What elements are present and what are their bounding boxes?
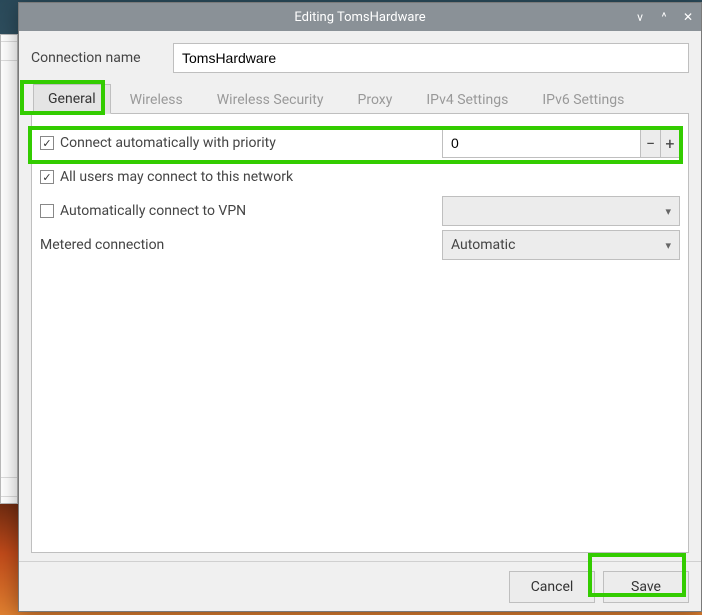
auto-connect-label: Connect automatically with priority bbox=[60, 135, 276, 151]
tab-wireless[interactable]: Wireless bbox=[115, 85, 198, 114]
tab-wireless-security[interactable]: Wireless Security bbox=[202, 85, 339, 114]
tabs-container: General Wireless Wireless Security Proxy… bbox=[31, 83, 689, 114]
window-title: Editing TomsHardware bbox=[294, 10, 425, 25]
all-users-checkbox[interactable] bbox=[40, 170, 54, 184]
close-icon[interactable]: ✕ bbox=[681, 10, 695, 24]
content-area: Connection name General Wireless Wireles… bbox=[19, 31, 701, 561]
tabpanel-general: Connect automatically with priority − + … bbox=[31, 114, 689, 553]
priority-increment-button[interactable]: + bbox=[660, 128, 680, 158]
save-button[interactable]: Save bbox=[603, 571, 689, 603]
tabs: General Wireless Wireless Security Proxy… bbox=[31, 83, 689, 114]
dialog-button-bar: Cancel Save bbox=[19, 561, 701, 611]
cancel-button[interactable]: Cancel bbox=[509, 571, 595, 603]
metered-label: Metered connection bbox=[40, 237, 164, 253]
minus-icon: − bbox=[646, 134, 655, 153]
save-button-label: Save bbox=[631, 579, 661, 595]
vpn-select[interactable]: ▾ bbox=[442, 196, 680, 226]
vpn-row: Automatically connect to VPN ▾ bbox=[40, 194, 680, 228]
dialog-window: Editing TomsHardware v ^ ✕ Connection na… bbox=[18, 2, 702, 612]
auto-connect-row: Connect automatically with priority − + bbox=[40, 126, 680, 160]
tab-general[interactable]: General bbox=[33, 84, 111, 114]
maximize-icon[interactable]: ^ bbox=[657, 10, 671, 24]
chevron-down-icon: ▾ bbox=[665, 239, 671, 252]
chevron-down-icon: ▾ bbox=[665, 205, 671, 218]
minimize-icon[interactable]: v bbox=[633, 10, 647, 24]
background-panel: N bbox=[0, 34, 18, 504]
connection-name-row: Connection name bbox=[31, 43, 689, 73]
tab-ipv6-settings[interactable]: IPv6 Settings bbox=[527, 85, 639, 114]
plus-icon: + bbox=[665, 134, 674, 153]
connection-name-label: Connection name bbox=[31, 50, 163, 66]
title-controls: v ^ ✕ bbox=[633, 3, 695, 31]
tab-proxy[interactable]: Proxy bbox=[343, 85, 408, 114]
priority-stepper: − + bbox=[442, 128, 680, 158]
background-slab-bot bbox=[1, 477, 17, 497]
connection-name-input[interactable] bbox=[173, 43, 689, 73]
priority-input[interactable] bbox=[442, 128, 640, 158]
all-users-label: All users may connect to this network bbox=[60, 169, 293, 185]
cancel-button-label: Cancel bbox=[531, 579, 574, 595]
priority-decrement-button[interactable]: − bbox=[640, 128, 660, 158]
auto-connect-checkbox[interactable] bbox=[40, 136, 54, 150]
tab-ipv4-settings[interactable]: IPv4 Settings bbox=[411, 85, 523, 114]
titlebar[interactable]: Editing TomsHardware v ^ ✕ bbox=[19, 3, 701, 31]
metered-select[interactable]: Automatic ▾ bbox=[442, 230, 680, 260]
vpn-checkbox[interactable] bbox=[40, 204, 54, 218]
background-slab-top bbox=[1, 41, 17, 61]
all-users-row: All users may connect to this network bbox=[40, 160, 680, 194]
metered-select-value: Automatic bbox=[451, 237, 515, 253]
metered-row: Metered connection Automatic ▾ bbox=[40, 228, 680, 262]
vpn-label: Automatically connect to VPN bbox=[60, 203, 246, 219]
